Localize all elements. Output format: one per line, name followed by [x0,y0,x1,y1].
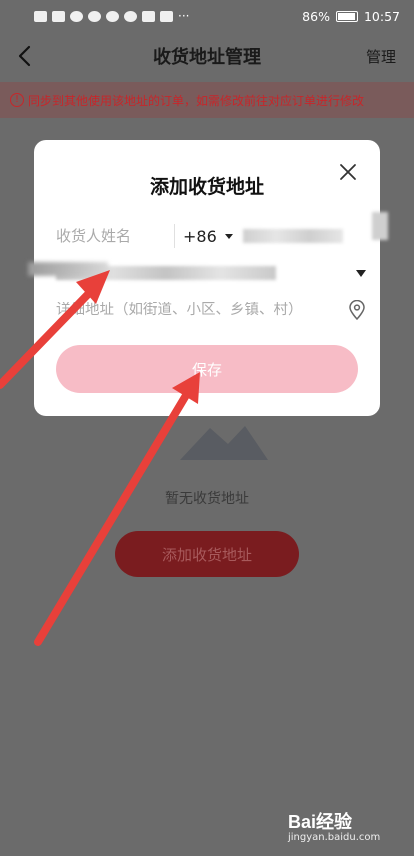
empty-illustration [180,426,268,460]
info-icon: ! [10,93,24,107]
page-title: 收货地址管理 [153,47,261,68]
dropdown-caret-icon[interactable] [356,269,366,277]
watermark-url: jingyan.baidu.com [288,832,381,843]
wifi-icon [70,10,83,22]
close-icon[interactable] [338,162,358,182]
notice-bar: ! 同步到其他使用该地址的订单，如需修改前往对应订单进行修改 [0,82,414,118]
battery-percent: 86% [302,8,330,24]
phone-input[interactable] [242,229,343,243]
status-bar: ··· 86% 10:57 [0,0,414,32]
detail-address-row [56,292,366,328]
manage-button[interactable]: 管理 [366,46,396,67]
location-pin-icon[interactable] [348,300,366,320]
divider [174,224,175,248]
back-icon[interactable] [14,44,38,68]
message-icon [124,10,137,22]
hd-icon [34,10,47,22]
more-icon: ··· [178,9,190,23]
add-address-button[interactable]: 添加收货地址 [115,531,299,577]
redaction-blur [372,212,388,240]
name-phone-row: +86 [56,218,380,254]
app-icon-3 [160,10,173,22]
battery-icon [335,10,358,22]
app-icon-2 [142,10,155,22]
signal-icon [52,10,65,22]
empty-text: 暂无收货地址 [165,491,249,507]
baidu-watermark: Bai经验 jingyan.baidu.com [280,804,400,848]
add-address-dialog: 添加收货地址 +86 保存 [34,140,380,416]
watermark-brand: Bai经验 [288,812,353,832]
detail-address-input[interactable] [56,302,348,318]
country-code-select[interactable]: +86 [183,227,217,246]
redaction-blur [28,262,108,276]
recipient-name-input[interactable] [56,227,174,245]
clock: 10:57 [363,8,400,24]
status-right: 86% 10:57 [302,9,400,24]
notice-text: 同步到其他使用该地址的订单，如需修改前往对应订单进行修改 [28,93,365,108]
shield-icon [88,10,101,22]
chevron-down-icon[interactable] [224,233,233,239]
save-button[interactable]: 保存 [56,345,358,393]
status-icons: ··· [34,9,189,23]
app-icon [106,10,119,22]
dialog-title: 添加收货地址 [149,176,264,198]
navbar: 收货地址管理 管理 [0,32,414,80]
